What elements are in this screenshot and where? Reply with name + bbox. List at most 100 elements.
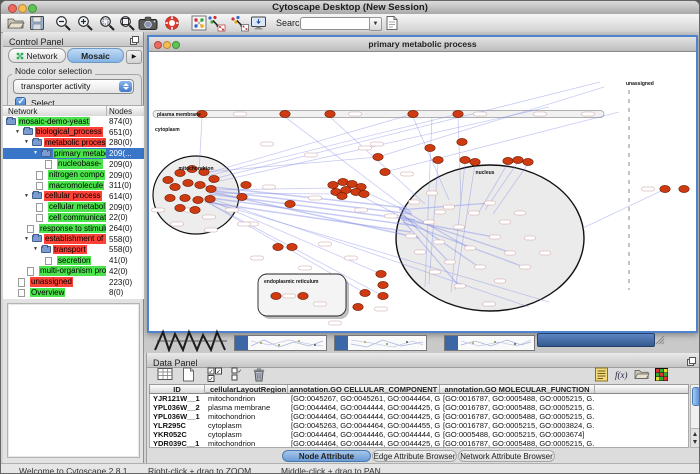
minimized-window-thumb[interactable]	[334, 335, 427, 351]
network-node[interactable]	[180, 194, 190, 201]
heatmap-icon[interactable]	[654, 367, 671, 383]
table-row[interactable]: YLR295Ccytoplasm[GO:0045263, GO:0044464,…	[150, 421, 688, 430]
scrollbar-thumb[interactable]	[692, 387, 700, 406]
network-node[interactable]	[190, 206, 200, 213]
network-node[interactable]	[298, 292, 308, 299]
zoom-selected-icon[interactable]	[99, 15, 117, 31]
tree-item-macromolecule[interactable]: macromolecule311(0)	[3, 180, 144, 191]
tree-item-nucleobase-[interactable]: nucleobase-209(0)	[3, 159, 144, 170]
expand-arrow-icon[interactable]: ▼	[24, 139, 29, 145]
network-view-window[interactable]: primary metabolic process plasma membran…	[147, 35, 698, 333]
tree-item-cell-communicat[interactable]: cell communicat22(0)	[3, 212, 144, 223]
tab-mosaic[interactable]: Mosaic	[67, 48, 124, 63]
network-node[interactable]	[165, 194, 175, 201]
tab-node-attribute-browser[interactable]: Node Attribute Browser	[282, 450, 371, 462]
network-node[interactable]	[206, 185, 216, 192]
network-node[interactable]	[408, 110, 418, 117]
node-color-dropdown[interactable]: transporter activity	[13, 79, 134, 94]
network-node[interactable]	[660, 185, 670, 192]
zoom-in-icon[interactable]	[77, 15, 95, 31]
network-node[interactable]	[453, 110, 463, 117]
network-node[interactable]	[285, 200, 295, 207]
tree-item-establishment-of-lo[interactable]: ▼establishment of lo558(0)	[3, 234, 144, 245]
minimized-window-thumb[interactable]	[444, 335, 535, 351]
network-node[interactable]	[205, 195, 215, 202]
expand-arrow-icon[interactable]: ▼	[24, 236, 29, 242]
minimized-window-bar[interactable]	[537, 333, 655, 347]
import-network-icon[interactable]	[207, 15, 225, 31]
minimized-window-thumb[interactable]	[234, 335, 327, 351]
table-row[interactable]: YPL036W__2plasma membrane[GO:0044464, GO…	[150, 403, 688, 412]
tab-network[interactable]: Network	[8, 48, 66, 63]
tree-item-biological-process[interactable]: ▼biological_process651(0)	[3, 127, 144, 138]
tree-item-response-to-stimulu[interactable]: response to stimulu264(0)	[3, 223, 144, 234]
expand-arrow-icon[interactable]: ▼	[33, 150, 38, 156]
scrollbar-arrows[interactable]	[691, 428, 699, 447]
network-node[interactable]	[241, 181, 251, 188]
network-node[interactable]	[183, 179, 193, 186]
tree-item-unassigned[interactable]: unassigned223(0)	[3, 277, 144, 288]
network-node[interactable]	[328, 181, 338, 188]
tree-item-cellular-process[interactable]: ▼cellular process614(0)	[3, 191, 144, 202]
network-node[interactable]	[209, 175, 219, 182]
column-header-region[interactable]: _cellularLayoutRegion	[205, 385, 288, 393]
tree-item-multi-organism-pro[interactable]: multi-organism pro42(0)	[3, 266, 144, 277]
network-node[interactable]	[378, 292, 388, 299]
select-attributes-icon[interactable]: ✓✓✓	[207, 367, 224, 383]
network-node[interactable]	[353, 303, 363, 310]
network-node[interactable]	[287, 243, 297, 250]
network-canvas[interactable]: plasma membranecytoplasmmitochondrionnuc…	[149, 52, 696, 331]
tree-item-secretion[interactable]: secretion41(0)	[3, 255, 144, 266]
zoom-fit-icon[interactable]	[119, 15, 137, 31]
network-node[interactable]	[460, 156, 470, 163]
tree-item-cellular-metabol[interactable]: cellular metabol209(0)	[3, 202, 144, 213]
search-dropdown-arrow-icon[interactable]: ▼	[369, 17, 382, 31]
network-node[interactable]	[273, 243, 283, 250]
network-node[interactable]	[163, 176, 173, 183]
network-node[interactable]	[376, 270, 386, 277]
float-panel-icon[interactable]	[130, 35, 139, 49]
column-header-id[interactable]: ID	[150, 385, 205, 393]
snapshot-camera-icon[interactable]	[138, 15, 158, 31]
help-lifering-icon[interactable]	[164, 15, 182, 31]
network-node[interactable]	[193, 196, 203, 203]
network-node[interactable]	[170, 183, 180, 190]
tab-network-attribute-browser[interactable]: Network Attribute Browser	[458, 450, 555, 462]
network-node[interactable]	[378, 281, 388, 288]
network-node[interactable]	[359, 190, 369, 197]
open-folder-icon[interactable]	[7, 15, 25, 31]
delete-attribute-trash-icon[interactable]	[252, 367, 269, 383]
network-node[interactable]	[425, 144, 435, 151]
open-attribute-folder-icon[interactable]	[634, 367, 651, 383]
network-node[interactable]	[457, 138, 467, 145]
resize-grip-icon[interactable]	[654, 332, 665, 350]
save-icon[interactable]	[29, 15, 47, 31]
network-node[interactable]	[503, 157, 513, 164]
export-monitor-icon[interactable]	[250, 15, 268, 31]
tree-item-transport[interactable]: ▼transport558(0)	[3, 244, 144, 255]
network-node[interactable]	[237, 193, 247, 200]
formula-fx-icon[interactable]: f(x)	[614, 367, 631, 383]
app-titlebar[interactable]: Cytoscape Desktop (New Session)	[1, 1, 699, 15]
search-input[interactable]	[300, 17, 374, 30]
network-column-header[interactable]: Network	[8, 107, 37, 116]
network-window-titlebar[interactable]: primary metabolic process	[149, 37, 696, 52]
zoom-out-icon[interactable]	[55, 15, 73, 31]
network-node[interactable]	[470, 158, 480, 165]
tree-item-nitrogen-compo[interactable]: nitrogen compo209(0)	[3, 170, 144, 181]
search-options-icon[interactable]	[385, 15, 403, 31]
expand-arrow-icon[interactable]: ▼	[33, 246, 38, 252]
network-node[interactable]	[280, 110, 290, 117]
import-attribute-list-icon[interactable]	[594, 367, 611, 383]
tree-item-primary-metabo[interactable]: ▼primary metabo209(...	[3, 148, 144, 159]
network-node[interactable]	[679, 185, 689, 192]
tree-item-metabolic-process[interactable]: ▼metabolic process280(0)	[3, 137, 144, 148]
network-node[interactable]	[433, 156, 443, 163]
table-row[interactable]: YPL036W__1mitochondrion[GO:0044464, GO:0…	[150, 412, 688, 421]
new-attribute-icon[interactable]	[182, 367, 199, 383]
table-row[interactable]: YKR052Ccytoplasm[GO:0044464, GO:0044446,…	[150, 430, 688, 439]
network-node[interactable]	[271, 292, 281, 299]
control-panel-header[interactable]: Control Panel	[3, 32, 143, 47]
table-row[interactable]: YJR121W__1mitochondrion[GO:0045267, GO:0…	[150, 394, 688, 403]
table-scrollbar[interactable]	[690, 384, 700, 448]
